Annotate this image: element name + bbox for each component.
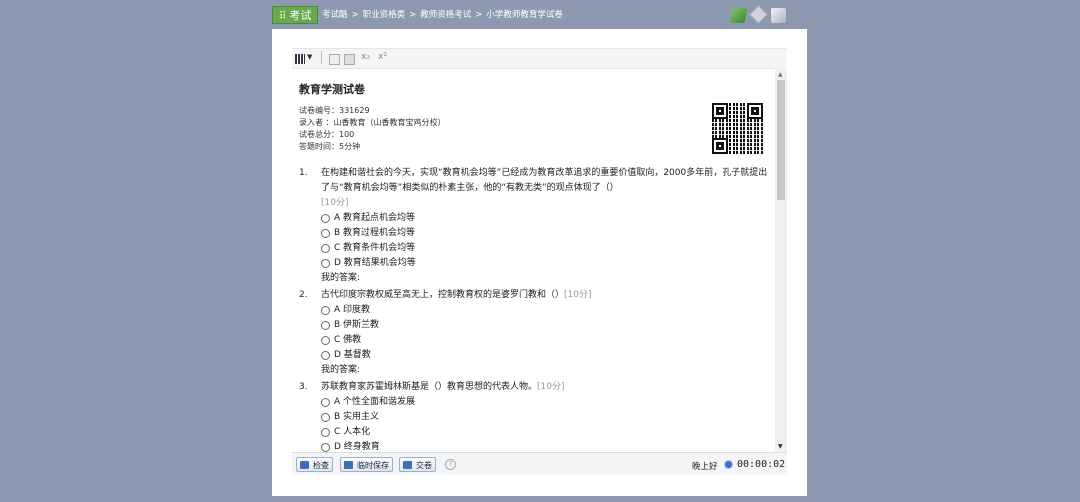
image-icon[interactable] [344, 54, 355, 65]
radio-icon[interactable] [321, 398, 330, 407]
option-b[interactable]: B 实用主义 [321, 410, 769, 425]
check-button[interactable]: 检查 [296, 457, 333, 472]
editor-toolbar: ▼ x₂ x² [292, 48, 787, 69]
option-b[interactable]: B 伊斯兰教 [321, 318, 769, 333]
question-number: 2. [299, 290, 308, 300]
radio-icon[interactable] [321, 259, 330, 268]
table-icon[interactable] [295, 54, 305, 64]
question-text: 在构建和谐社会的今天，实现“教育机会均等”已经成为教育改革追求的重要价值取向，2… [321, 168, 768, 208]
option-a[interactable]: A 教育起点机会均等 [321, 211, 769, 226]
pen-icon[interactable] [771, 8, 786, 23]
radio-icon[interactable] [321, 336, 330, 345]
my-answer-label: 我的答案: [321, 273, 361, 283]
my-answer-label: 我的答案: [321, 365, 361, 375]
breadcrumb-separator: > [475, 10, 483, 20]
option-d[interactable]: D 基督教 [321, 348, 769, 363]
meta-total-score: 试卷总分：100 [299, 130, 355, 139]
box-icon[interactable] [329, 54, 340, 65]
question-text: 苏联教育家苏霍姆林斯基是（）教育思想的代表人物。[10分] [321, 382, 565, 392]
vertical-scrollbar[interactable]: ▲ ▼ [775, 68, 787, 452]
breadcrumb-separator: > [409, 10, 417, 20]
radio-icon[interactable] [321, 244, 330, 253]
help-icon[interactable]: ? [445, 459, 456, 470]
breadcrumb-item-site[interactable]: 考试酷 [322, 10, 348, 20]
scroll-up-icon[interactable]: ▲ [778, 71, 783, 78]
top-bar: ⠿ 考试 考试酷 > 职业资格类 > 教师资格考试 > 小学教师教育学试卷 [272, 5, 788, 24]
brand-label: 考试 [289, 9, 312, 22]
question-item: 2. 古代印度宗教权威至高无上，控制教育权的是婆罗门教和（）[10分] A 印度… [299, 288, 769, 378]
subscript-button[interactable]: x₂ [361, 52, 370, 62]
radio-icon[interactable] [321, 413, 330, 422]
option-c[interactable]: C 人本化 [321, 425, 769, 440]
question-list: 1. 在构建和谐社会的今天，实现“教育机会均等”已经成为教育改革追求的重要价值取… [299, 166, 769, 452]
timer-display: 00:00:02 [737, 459, 786, 470]
meta-author: 录入者 ：山香教育（山香教育宝鸡分校） [299, 118, 446, 127]
option-d[interactable]: D 教育结果机会均等 [321, 256, 769, 271]
radio-icon[interactable] [321, 321, 330, 330]
radio-icon[interactable] [321, 214, 330, 223]
submit-icon [403, 461, 412, 469]
radio-icon[interactable] [321, 428, 330, 437]
superscript-button[interactable]: x² [378, 52, 387, 62]
question-score: [10分] [321, 198, 349, 208]
header-tools [727, 5, 786, 24]
question-number: 3. [299, 382, 308, 392]
radio-icon[interactable] [321, 306, 330, 315]
clock-icon [724, 460, 733, 469]
exam-content[interactable]: 教育学测试卷 试卷编号：331629 录入者 ：山香教育（山香教育宝鸡分校） 试… [292, 68, 775, 452]
breadcrumb-item-paper[interactable]: 小学教师教育学试卷 [486, 10, 563, 20]
greeting-text: 晚上好 [692, 462, 718, 472]
question-item: 3. 苏联教育家苏霍姆林斯基是（）教育思想的代表人物。[10分] A 个性全面和… [299, 380, 769, 452]
brand-logo[interactable]: ⠿ 考试 [272, 6, 319, 24]
save-draft-button[interactable]: 临时保存 [340, 457, 393, 472]
grid-icon: ⠿ [279, 11, 287, 22]
radio-icon[interactable] [321, 351, 330, 360]
scrollbar-thumb[interactable] [777, 80, 785, 200]
qr-code-icon [712, 103, 763, 154]
scroll-down-icon[interactable]: ▼ [778, 443, 783, 450]
option-a[interactable]: A 个性全面和谐发展 [321, 395, 769, 410]
option-d[interactable]: D 终身教育 [321, 440, 769, 452]
meta-paper-id: 试卷编号：331629 [299, 106, 370, 115]
diamond-icon[interactable] [749, 5, 768, 24]
submit-button[interactable]: 交卷 [399, 457, 436, 472]
question-item: 1. 在构建和谐社会的今天，实现“教育机会均等”已经成为教育改革追求的重要价值取… [299, 166, 769, 286]
question-score: [10分] [564, 290, 592, 300]
question-score: [10分] [537, 382, 565, 392]
option-c[interactable]: C 教育条件机会均等 [321, 241, 769, 256]
book-icon[interactable] [729, 8, 748, 23]
breadcrumb: 考试酷 > 职业资格类 > 教师资格考试 > 小学教师教育学试卷 [322, 6, 563, 24]
radio-icon[interactable] [321, 443, 330, 452]
breadcrumb-item-category[interactable]: 职业资格类 [363, 10, 406, 20]
page-title: 教育学测试卷 [299, 83, 365, 96]
meta-duration: 答题时间：5分钟 [299, 142, 361, 151]
option-c[interactable]: C 佛教 [321, 333, 769, 348]
option-b[interactable]: B 教育过程机会均等 [321, 226, 769, 241]
check-icon [300, 461, 309, 469]
question-number: 1. [299, 168, 308, 178]
toolbar-divider [321, 51, 322, 64]
exam-page: ▼ x₂ x² 教育学测试卷 试卷编号：331629 录入者 ：山香教育（山香教… [272, 29, 807, 496]
breadcrumb-separator: > [351, 10, 359, 20]
action-bar: 检查 临时保存 交卷 ? 晚上好 00:00:02 [292, 452, 787, 475]
save-icon [344, 461, 353, 469]
radio-icon[interactable] [321, 229, 330, 238]
breadcrumb-item-exam-type[interactable]: 教师资格考试 [420, 10, 471, 20]
option-a[interactable]: A 印度教 [321, 303, 769, 318]
question-text: 古代印度宗教权威至高无上，控制教育权的是婆罗门教和（）[10分] [321, 290, 592, 300]
chevron-down-icon[interactable]: ▼ [307, 53, 312, 61]
exam-meta: 试卷编号：331629 录入者 ：山香教育（山香教育宝鸡分校） 试卷总分：100… [299, 105, 446, 153]
